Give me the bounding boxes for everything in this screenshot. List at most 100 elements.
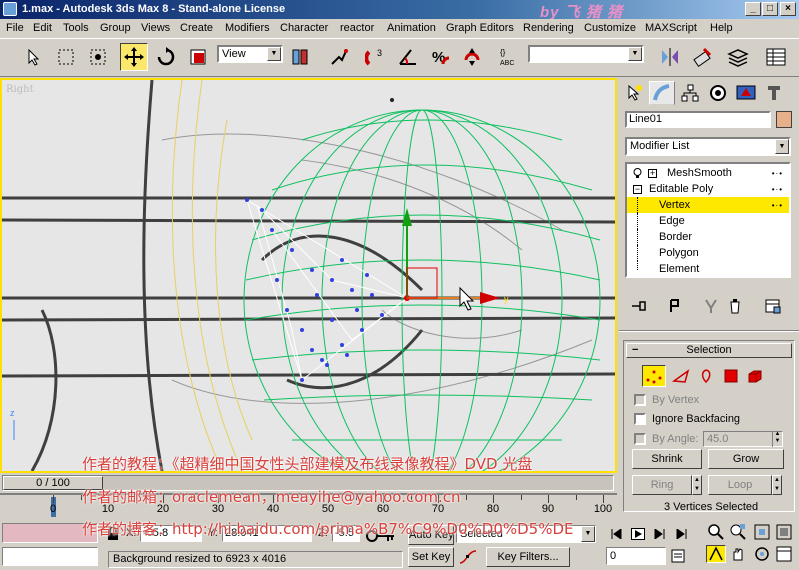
- go-to-start-icon[interactable]: [606, 525, 626, 543]
- menu-create[interactable]: Create: [180, 22, 213, 34]
- menu-customize[interactable]: Customize: [584, 22, 636, 34]
- make-unique-icon[interactable]: [701, 296, 721, 316]
- go-to-end-icon[interactable]: [672, 525, 692, 543]
- align-icon[interactable]: [688, 43, 716, 71]
- by-angle-checkbox[interactable]: By Angle:: [634, 431, 698, 447]
- y-coordinate-field[interactable]: 28.041: [222, 525, 312, 542]
- menu-edit[interactable]: Edit: [33, 22, 52, 34]
- modifier-stack[interactable]: + MeshSmooth •·• − Editable Poly •·• Ver…: [625, 162, 791, 278]
- lightbulb-icon[interactable]: [633, 168, 642, 179]
- play-icon[interactable]: [628, 525, 648, 543]
- maximize-viewport-icon[interactable]: [774, 545, 794, 563]
- time-config-icon[interactable]: [668, 547, 688, 565]
- layer-icon[interactable]: [724, 43, 752, 71]
- show-end-result-icon[interactable]: [665, 296, 685, 316]
- select-icon[interactable]: [20, 43, 48, 71]
- edge-mode-icon[interactable]: [669, 365, 693, 387]
- vertex-mode-icon[interactable]: [642, 365, 666, 387]
- ref-coord-dropdown[interactable]: View ▼: [217, 45, 283, 63]
- zoom-extents-all-icon[interactable]: [774, 523, 794, 541]
- object-name-field[interactable]: Line01: [625, 111, 771, 128]
- next-frame-icon[interactable]: [650, 525, 670, 543]
- z-coordinate-field[interactable]: -5.5: [332, 525, 360, 542]
- current-frame-field[interactable]: 0: [606, 547, 666, 565]
- by-vertex-checkbox[interactable]: By Vertex: [634, 392, 699, 408]
- menu-character[interactable]: Character: [280, 22, 328, 34]
- maxscript-listener-box[interactable]: [2, 523, 98, 543]
- manipulate-icon[interactable]: [325, 43, 353, 71]
- stack-item-polygon[interactable]: Polygon: [627, 245, 789, 261]
- close-button[interactable]: ×: [780, 2, 796, 16]
- shrink-button[interactable]: Shrink: [632, 449, 702, 469]
- named-selection-dropdown[interactable]: ▼: [528, 45, 644, 63]
- stack-item-vertex[interactable]: Vertex •·•: [627, 197, 789, 213]
- menu-group[interactable]: Group: [100, 22, 131, 34]
- menu-help[interactable]: Help: [710, 22, 733, 34]
- auto-key-button[interactable]: Auto Key: [408, 525, 454, 545]
- polygon-mode-icon[interactable]: [719, 365, 743, 387]
- viewport-label[interactable]: Right: [6, 84, 34, 95]
- zoom-all-icon[interactable]: [728, 523, 748, 541]
- expand-icon[interactable]: +: [648, 169, 657, 178]
- selection-rollout-header[interactable]: − Selection: [626, 343, 792, 358]
- grow-button[interactable]: Grow: [708, 449, 784, 469]
- motion-tab-icon[interactable]: [705, 81, 731, 105]
- loop-spinner-icon[interactable]: ▲ ▼: [772, 475, 782, 495]
- loop-button[interactable]: Loop: [708, 475, 772, 495]
- modifier-list-dropdown[interactable]: Modifier List ▼: [625, 137, 791, 156]
- angle-snap-icon[interactable]: [394, 43, 422, 71]
- pin-stack-icon[interactable]: [629, 296, 649, 316]
- zoom-extents-icon[interactable]: [752, 523, 772, 541]
- spinner-snap-icon[interactable]: [458, 43, 486, 71]
- arc-rotate-icon[interactable]: [752, 545, 772, 563]
- element-mode-icon[interactable]: [743, 365, 767, 387]
- key-icon[interactable]: [366, 529, 396, 543]
- viewport-canvas[interactable]: y z: [2, 80, 615, 471]
- curve-editor-icon[interactable]: [762, 43, 790, 71]
- menu-modifiers[interactable]: Modifiers: [225, 22, 270, 34]
- key-mode-dropdown[interactable]: Selected ▼: [456, 525, 596, 543]
- menu-reactor[interactable]: reactor: [340, 22, 374, 34]
- pivot-icon[interactable]: [286, 43, 314, 71]
- border-mode-icon[interactable]: [694, 365, 718, 387]
- checkbox-box[interactable]: [634, 433, 646, 445]
- utilities-tab-icon[interactable]: [761, 81, 787, 105]
- spinner-arrows-icon[interactable]: ▲ ▼: [772, 431, 782, 447]
- time-slider[interactable]: 0 / 100: [2, 475, 614, 491]
- percent-snap-icon[interactable]: %: [426, 43, 454, 71]
- select-region-icon[interactable]: [52, 43, 80, 71]
- display-tab-icon[interactable]: [733, 81, 759, 105]
- menu-rendering[interactable]: Rendering: [523, 22, 574, 34]
- x-coordinate-field[interactable]: -65.8: [140, 525, 202, 542]
- maxscript-input[interactable]: [2, 547, 98, 566]
- menu-tools[interactable]: Tools: [63, 22, 89, 34]
- stack-item-meshsmooth[interactable]: + MeshSmooth •·•: [627, 165, 789, 181]
- ignore-backfacing-checkbox[interactable]: Ignore Backfacing: [634, 411, 740, 427]
- object-color-swatch[interactable]: [776, 111, 792, 128]
- checkbox-box[interactable]: [634, 394, 646, 406]
- time-slider-thumb[interactable]: 0 / 100: [3, 476, 103, 490]
- stack-item-element[interactable]: Element: [627, 261, 789, 276]
- stack-item-border[interactable]: Border: [627, 229, 789, 245]
- rotate-icon[interactable]: [152, 43, 180, 71]
- field-of-view-icon[interactable]: [706, 545, 726, 563]
- ring-button[interactable]: Ring: [632, 475, 692, 495]
- maximize-button[interactable]: □: [762, 2, 778, 16]
- pan-hand-icon[interactable]: [728, 545, 748, 563]
- collapse-icon[interactable]: −: [633, 185, 642, 194]
- stack-item-editable-poly[interactable]: − Editable Poly •·•: [627, 181, 789, 197]
- create-tab-icon[interactable]: [621, 81, 647, 105]
- stack-item-edge[interactable]: Edge: [627, 213, 789, 229]
- selection-lock-icon[interactable]: [104, 525, 122, 542]
- remove-modifier-icon[interactable]: [725, 296, 745, 316]
- set-key-button[interactable]: Set Key: [408, 547, 454, 567]
- key-filters-button[interactable]: Key Filters...: [486, 547, 570, 567]
- menu-file[interactable]: File: [6, 22, 24, 34]
- ring-spinner-icon[interactable]: ▲ ▼: [692, 475, 702, 495]
- menu-maxscript[interactable]: MAXScript: [645, 22, 697, 34]
- menu-views[interactable]: Views: [141, 22, 170, 34]
- menu-graph-editors[interactable]: Graph Editors: [446, 22, 514, 34]
- minimize-button[interactable]: _: [745, 2, 761, 16]
- key-tangent-icon[interactable]: [458, 547, 478, 567]
- configure-sets-icon[interactable]: [763, 296, 783, 316]
